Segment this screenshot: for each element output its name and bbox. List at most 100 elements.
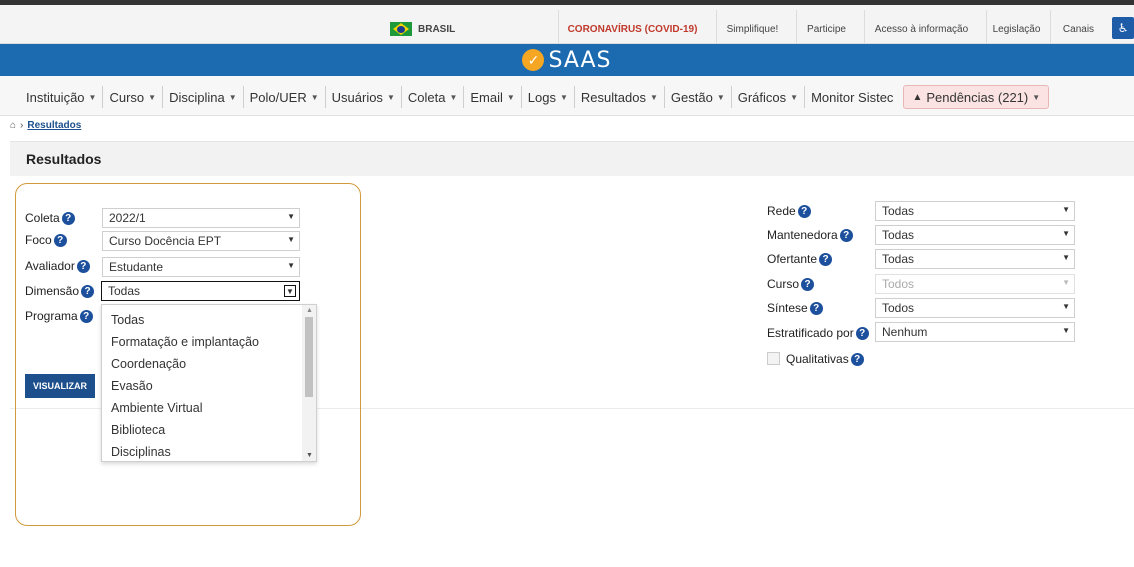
brand-name: SAAS xyxy=(548,47,612,73)
scrollbar-thumb[interactable] xyxy=(305,317,313,397)
select-value: Estudante xyxy=(109,260,164,274)
menu-gestao[interactable]: Gestão ▼ xyxy=(665,86,732,108)
menu-disciplina[interactable]: Disciplina ▼ xyxy=(163,86,244,108)
pendencias-label: Pendências (221) xyxy=(926,89,1029,105)
label-text: Coleta xyxy=(25,211,60,225)
menu-usuarios[interactable]: Usuários ▼ xyxy=(326,86,402,108)
help-icon[interactable]: ? xyxy=(61,211,75,225)
visualizar-button[interactable]: VISUALIZAR xyxy=(25,374,95,398)
menu-label: Usuários xyxy=(331,89,383,105)
dropdown-option[interactable]: Coordenação xyxy=(111,357,186,371)
dropdown-arrow-icon: ▼ xyxy=(1062,302,1070,311)
brasil-label: BRASIL xyxy=(418,23,456,35)
label-text: Curso xyxy=(767,277,800,291)
caret-down-icon: ▼ xyxy=(88,92,97,102)
caret-down-icon: ▼ xyxy=(228,92,237,102)
help-icon[interactable]: ? xyxy=(81,284,95,298)
dropdown-option[interactable]: Formatação e implantação xyxy=(111,335,259,349)
help-icon[interactable]: ? xyxy=(819,252,833,266)
ofertante-select[interactable]: Todas ▼ xyxy=(875,249,1075,269)
foco-select[interactable]: Curso Docência EPT ▼ xyxy=(102,231,300,251)
menu-logs[interactable]: Logs ▼ xyxy=(522,86,575,108)
menu-graficos[interactable]: Gráficos ▼ xyxy=(732,86,806,108)
menu-curso[interactable]: Curso ▼ xyxy=(103,86,164,108)
help-icon[interactable]: ? xyxy=(839,228,853,242)
label-text: Rede xyxy=(767,204,796,218)
menu-polo[interactable]: Polo/UER ▼ xyxy=(244,86,326,108)
caret-down-icon: ▼ xyxy=(506,92,515,102)
help-icon[interactable]: ? xyxy=(797,204,811,218)
brand-bar: ✓ SAAS xyxy=(0,44,1134,76)
dropdown-option[interactable]: Evasão xyxy=(111,379,153,393)
menu-resultados[interactable]: Resultados ▼ xyxy=(575,86,665,108)
select-value: Todas xyxy=(882,252,915,266)
covid-link[interactable]: CORONAVÍRUS (COVID-19) xyxy=(558,10,706,48)
dropdown-scrollbar[interactable]: ▲ ▼ xyxy=(302,305,316,461)
breadcrumb-resultados[interactable]: Resultados xyxy=(27,120,81,131)
select-value: Todas xyxy=(882,204,915,218)
menu-label: Disciplina xyxy=(169,89,225,105)
avaliador-select[interactable]: Estudante ▼ xyxy=(102,257,300,277)
caret-down-icon: ▼ xyxy=(560,92,568,102)
home-icon[interactable]: ⌂ xyxy=(10,120,16,131)
help-icon[interactable]: ? xyxy=(850,352,864,366)
menu-monitor-sistec[interactable]: Monitor Sistec xyxy=(805,86,899,108)
scroll-down-icon[interactable]: ▼ xyxy=(306,452,313,459)
canais-link[interactable]: Canais xyxy=(1050,10,1106,48)
dropdown-arrow-icon: ▼ xyxy=(287,261,295,270)
select-value: Todos xyxy=(882,277,915,291)
coleta-select[interactable]: 2022/1 ▼ xyxy=(102,208,300,228)
mantenedora-select[interactable]: Todas ▼ xyxy=(875,225,1075,245)
select-value: Todos xyxy=(882,301,915,315)
select-value: Curso Docência EPT xyxy=(109,234,222,248)
scroll-up-icon[interactable]: ▲ xyxy=(306,307,313,314)
dropdown-option[interactable]: Todas xyxy=(111,313,144,327)
menu-label: Coleta xyxy=(407,89,446,105)
help-icon[interactable]: ? xyxy=(801,277,815,291)
caret-down-icon: ▼ xyxy=(449,92,458,102)
select-value: Nenhum xyxy=(882,325,928,339)
caret-down-icon: ▼ xyxy=(790,92,799,102)
help-icon[interactable]: ? xyxy=(79,309,93,323)
label-text: Avaliador xyxy=(25,259,75,273)
dimensao-dropdown-list: Todas Formatação e implantação Coordenaç… xyxy=(101,304,317,462)
help-icon[interactable]: ? xyxy=(855,326,869,340)
main-menu: Instituição ▼ Curso ▼ Disciplina ▼ Polo/UER… xyxy=(20,84,1050,110)
dimensao-label: Dimensão? xyxy=(25,284,95,298)
legislacao-link[interactable]: Legislação xyxy=(986,10,1046,48)
menu-label: Instituição xyxy=(26,89,85,105)
brasil-link[interactable]: BRASIL xyxy=(390,10,480,48)
dropdown-arrow-icon: ▼ xyxy=(1062,205,1070,214)
dropdown-arrow-icon: ▼ xyxy=(1062,253,1070,262)
dropdown-option[interactable]: Disciplinas xyxy=(111,445,171,459)
dropdown-arrow-icon: ▼ xyxy=(1062,278,1070,287)
menu-email[interactable]: Email ▼ xyxy=(464,86,522,108)
check-logo-icon: ✓ xyxy=(522,49,545,71)
menu-coleta[interactable]: Coleta ▼ xyxy=(402,86,465,108)
acesso-informacao-link[interactable]: Acesso à informação xyxy=(864,10,978,48)
help-icon[interactable]: ? xyxy=(76,259,90,273)
estratificado-select[interactable]: Nenhum ▼ xyxy=(875,322,1075,342)
dropdown-arrow-icon: ▼ xyxy=(287,212,295,221)
qualitativas-checkbox[interactable] xyxy=(767,352,780,365)
rede-select[interactable]: Todas ▼ xyxy=(875,201,1075,221)
menu-instituicao[interactable]: Instituição ▼ xyxy=(20,86,104,108)
avaliador-label: Avaliador? xyxy=(25,259,90,273)
dropdown-option[interactable]: Biblioteca xyxy=(111,423,165,437)
dimensao-select[interactable]: Todas ▼ xyxy=(101,281,300,301)
dropdown-option[interactable]: Ambiente Virtual xyxy=(111,401,203,415)
menu-pendencias[interactable]: ▲ Pendências (221) ▼ xyxy=(903,85,1050,109)
sintese-select[interactable]: Todos ▼ xyxy=(875,298,1075,318)
help-icon[interactable]: ? xyxy=(809,301,823,315)
label-text: Dimensão xyxy=(25,284,80,298)
dropdown-arrow-icon: ▼ xyxy=(1062,229,1070,238)
simplifique-link[interactable]: Simplifique! xyxy=(716,10,788,48)
help-icon[interactable]: ? xyxy=(53,233,67,247)
participe-link[interactable]: Participe xyxy=(796,10,856,48)
label-text: Mantenedora xyxy=(767,228,838,242)
coleta-label: Coleta? xyxy=(25,211,75,225)
accessibility-icon[interactable]: ♿ xyxy=(1112,17,1134,39)
label-text: Foco xyxy=(25,233,52,247)
select-value: 2022/1 xyxy=(109,211,146,225)
caret-down-icon: ▼ xyxy=(716,92,725,102)
